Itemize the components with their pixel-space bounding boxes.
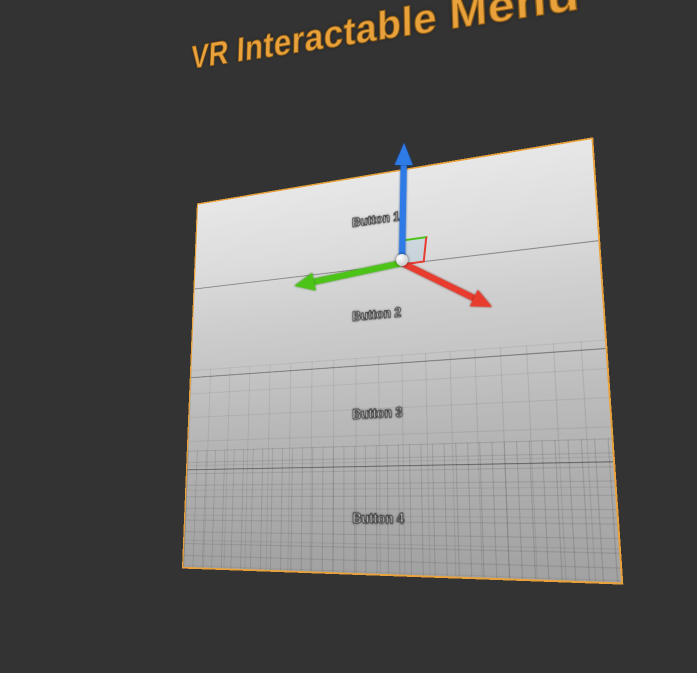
viewport-3d[interactable]: VR Interactable Menu Button 1 Button 2 B… xyxy=(0,0,697,673)
menu-button-4-label: Button 4 xyxy=(352,511,404,528)
menu-panel[interactable]: Button 1 Button 2 Button 3 Button 4 xyxy=(182,137,623,584)
panel-title: VR Interactable Menu xyxy=(110,0,697,89)
menu-panel-wrap: Button 1 Button 2 Button 3 Button 4 xyxy=(376,278,697,673)
menu-button-3-label: Button 3 xyxy=(352,406,402,424)
menu-button-1-label: Button 1 xyxy=(352,210,400,231)
menu-button-4[interactable]: Button 4 xyxy=(183,462,621,583)
menu-button-2-label: Button 2 xyxy=(352,305,401,325)
